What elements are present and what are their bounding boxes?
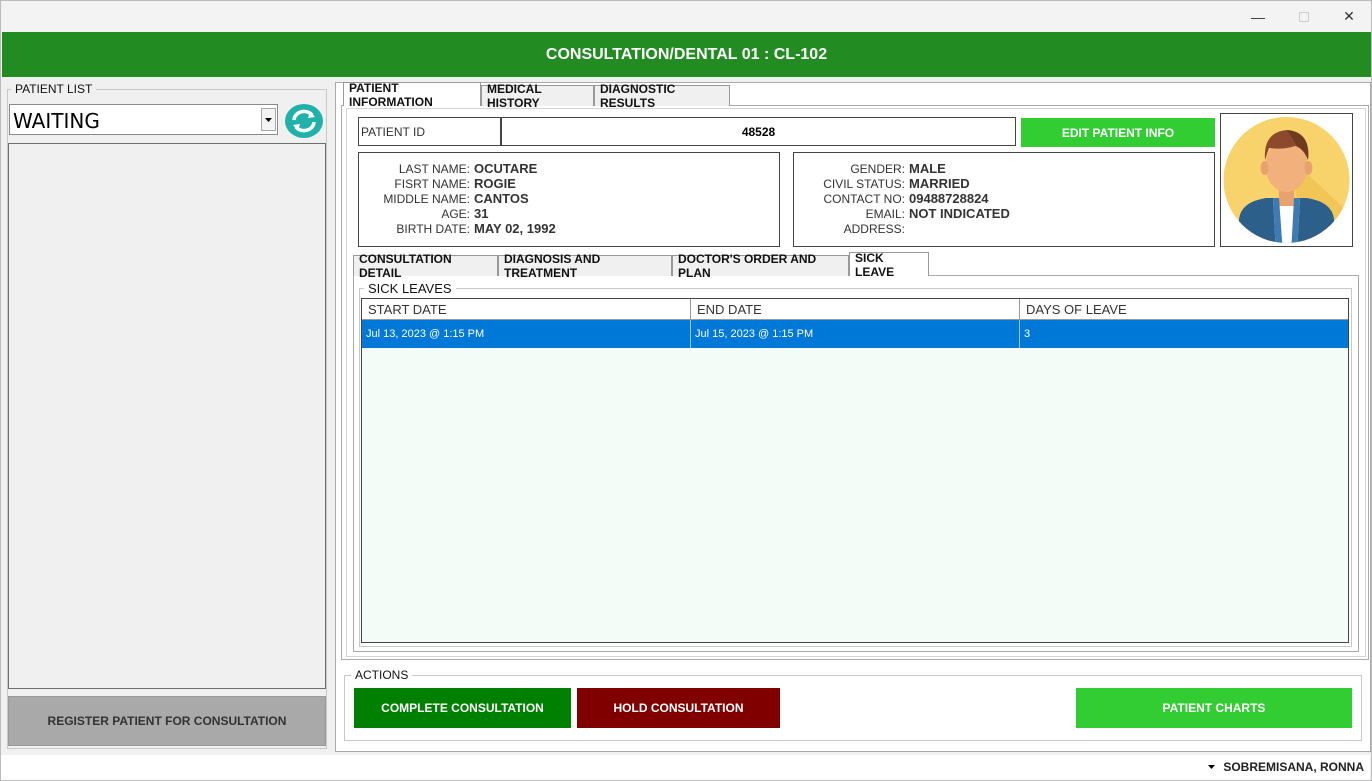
sick-leave-table[interactable]: START DATE END DATE DAYS OF LEAVE Jul 13… xyxy=(361,298,1349,643)
patient-contact-value-text: MARRIED xyxy=(909,176,970,191)
hold-consultation-button[interactable]: HOLD CONSULTATION xyxy=(577,688,780,728)
actions-legend: ACTIONS xyxy=(351,668,413,682)
patient-detail-value-text: CANTOS xyxy=(474,191,529,206)
patient-contact-label: EMAIL: xyxy=(795,206,905,221)
patient-contact-value: MARRIED xyxy=(909,176,1159,191)
maximize-icon xyxy=(1299,11,1309,22)
patient-detail-label-text: BIRTH DATE: xyxy=(396,221,470,236)
patient-contact-value: 09488728824 xyxy=(909,191,1159,206)
title-bar: — ✕ xyxy=(1,1,1371,32)
patient-contact-label-text: CIVIL STATUS: xyxy=(823,176,905,191)
patient-contact-value: NOT INDICATED xyxy=(909,206,1159,221)
cell-days-of-leave[interactable]: 3 xyxy=(1020,320,1348,348)
page-title: CONSULTATION/DENTAL 01 : CL-102 xyxy=(2,32,1371,77)
register-patient-button[interactable]: REGISTER PATIENT FOR CONSULTATION xyxy=(8,696,326,746)
minimize-button[interactable]: — xyxy=(1235,1,1281,32)
tab-medical-history[interactable]: MEDICAL HISTORY xyxy=(481,82,594,110)
patient-contact-label-text: GENDER: xyxy=(850,161,905,176)
patient-detail-label-text: MIDDLE NAME: xyxy=(383,191,470,206)
patient-detail-label-text: AGE: xyxy=(441,206,470,221)
patient-detail-label: MIDDLE NAME: xyxy=(360,191,470,206)
cell-end-date[interactable]: Jul 15, 2023 @ 1:15 PM xyxy=(691,320,1020,348)
status-bar: SOBREMISANA, RONNA xyxy=(1,755,1370,780)
close-button[interactable]: ✕ xyxy=(1326,1,1372,32)
patient-list-legend: PATIENT LIST xyxy=(11,82,97,96)
patient-status-select[interactable]: WAITING xyxy=(9,104,278,135)
patient-contact-value xyxy=(909,221,1159,236)
edit-patient-info-button[interactable]: EDIT PATIENT INFO xyxy=(1021,118,1215,147)
patient-id-value: 48528 xyxy=(501,117,1016,146)
maximize-button[interactable] xyxy=(1281,1,1327,32)
caret-down-icon xyxy=(1208,765,1216,769)
tab-doctors-order-and-plan[interactable]: DOCTOR'S ORDER AND PLAN xyxy=(672,252,849,280)
patient-detail-value-text: OCUTARE xyxy=(474,161,538,176)
current-user[interactable]: SOBREMISANA, RONNA xyxy=(1208,760,1364,774)
cell-start-date[interactable]: Jul 13, 2023 @ 1:15 PM xyxy=(362,320,691,348)
tab-consultation-detail[interactable]: CONSULTATION DETAIL xyxy=(353,252,498,280)
minimize-icon: — xyxy=(1251,8,1265,25)
patient-detail-value-text: MAY 02, 1992 xyxy=(474,221,556,236)
column-header-days-of-leave[interactable]: DAYS OF LEAVE xyxy=(1020,299,1348,320)
refresh-button[interactable] xyxy=(283,102,325,139)
patient-photo xyxy=(1220,113,1353,247)
patient-detail-value-text: 31 xyxy=(474,206,489,221)
patient-contact-label-text: EMAIL: xyxy=(865,206,905,221)
patient-contact-value-text: 09488728824 xyxy=(909,191,989,206)
current-user-name: SOBREMISANA, RONNA xyxy=(1223,760,1364,774)
refresh-icon xyxy=(285,103,323,138)
close-icon: ✕ xyxy=(1343,8,1355,24)
patient-detail-label: LAST NAME: xyxy=(360,161,470,176)
avatar-icon xyxy=(1223,117,1350,243)
patient-detail-value: OCUTARE xyxy=(474,161,724,176)
patient-detail-value: 31 xyxy=(474,206,724,221)
patient-detail-label-text: LAST NAME: xyxy=(398,161,470,176)
tab-patient-information[interactable]: PATIENT INFORMATION xyxy=(343,81,481,109)
column-header-end-date[interactable]: END DATE xyxy=(691,299,1020,320)
patient-contact-value: MALE xyxy=(909,161,1159,176)
patient-charts-button[interactable]: PATIENT CHARTS xyxy=(1076,688,1352,728)
patient-contact-label: GENDER: xyxy=(795,161,905,176)
patient-list[interactable] xyxy=(8,143,326,689)
patient-status-value: WAITING xyxy=(13,109,100,133)
tab-sick-leave[interactable]: SICK LEAVE xyxy=(849,251,929,279)
patient-contact-label: ADDRESS: xyxy=(795,221,905,236)
patient-contact-label: CONTACT NO: xyxy=(795,191,905,206)
patient-detail-value: MAY 02, 1992 xyxy=(474,221,724,236)
patient-contact-value-text: NOT INDICATED xyxy=(909,206,1010,221)
sick-leaves-legend: SICK LEAVES xyxy=(364,281,456,296)
tab-diagnostic-results[interactable]: DIAGNOSTIC RESULTS xyxy=(594,82,730,110)
patient-contact-value-text: MALE xyxy=(909,161,946,176)
patient-detail-value: CANTOS xyxy=(474,191,724,206)
tab-diagnosis-and-treatment[interactable]: DIAGNOSIS AND TREATMENT xyxy=(498,252,672,280)
patient-detail-label: FISRT NAME: xyxy=(360,176,470,191)
patient-detail-label-text: FISRT NAME: xyxy=(394,176,470,191)
patient-contact-label: CIVIL STATUS: xyxy=(795,176,905,191)
patient-detail-value-text: ROGIE xyxy=(474,176,516,191)
patient-detail-value: ROGIE xyxy=(474,176,724,191)
column-header-start-date[interactable]: START DATE xyxy=(362,299,691,320)
patient-contact-label-text: ADDRESS: xyxy=(843,221,905,236)
chevron-down-icon[interactable] xyxy=(261,108,276,131)
patient-id-label: PATIENT ID xyxy=(358,117,501,146)
patient-detail-label: BIRTH DATE: xyxy=(360,221,470,236)
complete-consultation-button[interactable]: COMPLETE CONSULTATION xyxy=(354,688,571,728)
patient-contact-label-text: CONTACT NO: xyxy=(823,191,905,206)
patient-detail-label: AGE: xyxy=(360,206,470,221)
